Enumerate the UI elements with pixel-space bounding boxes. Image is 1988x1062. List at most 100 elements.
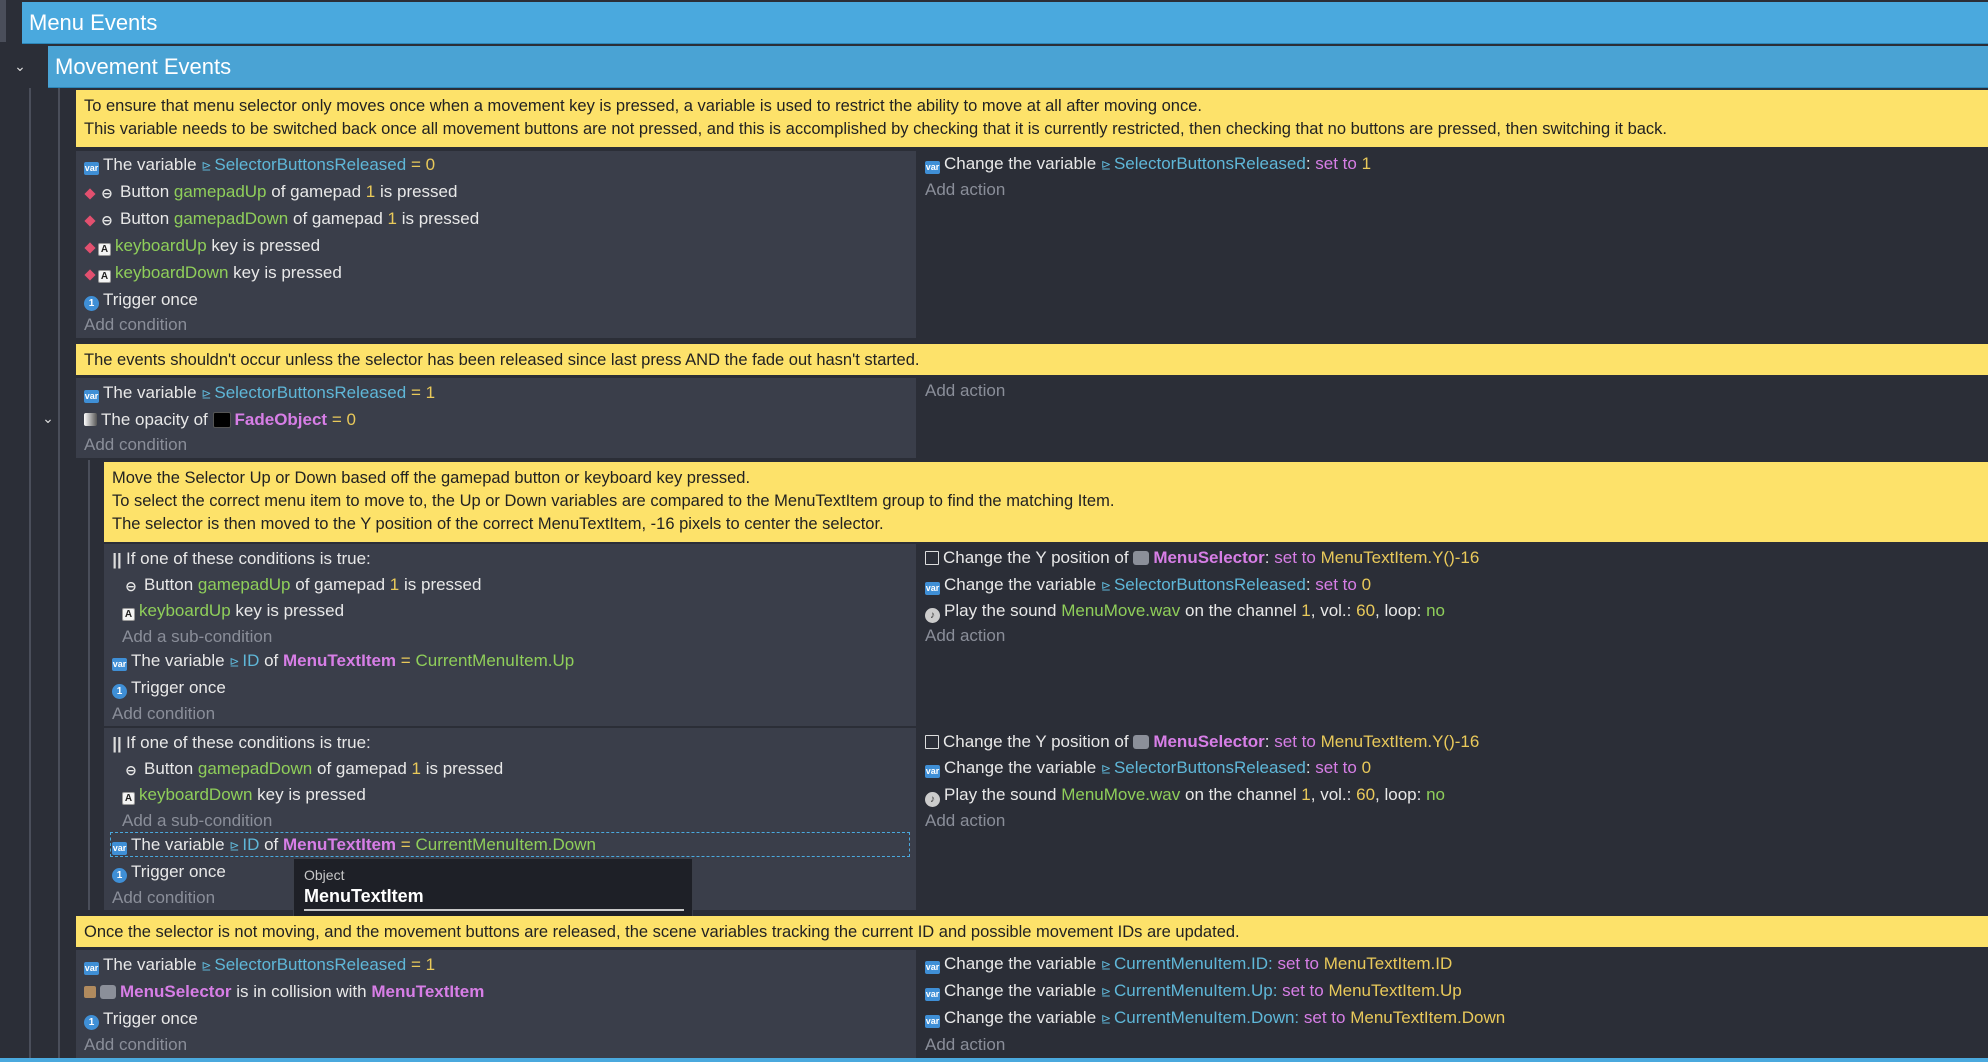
add-condition-button[interactable]: Add condition [84,312,187,338]
label: Trigger once [131,678,226,697]
label: The variable [103,955,197,974]
invert-icon: ⬥ [84,212,96,229]
action-row[interactable]: var Change the variable ⊵ SelectorButtonsR… [925,572,1371,598]
var-name: SelectorButtonsReleased [1113,154,1306,173]
gamepad-icon: ⊖ [101,185,113,201]
label: Button [120,209,170,228]
op: set to [1274,732,1316,751]
condition-row[interactable]: 1 Trigger once [84,287,198,313]
condition-row[interactable]: 1 Trigger once [112,675,226,701]
collapse-toggle-left[interactable] [0,0,6,42]
group-movement-events[interactable]: Movement Events [48,46,1988,88]
comment-block[interactable]: Move the Selector Up or Down based off t… [104,462,1988,542]
invert-icon: ⬥ [84,239,96,256]
object-var-icon: ⊵ [229,655,240,669]
action-row[interactable]: var Change the variable ⊵ SelectorButtonsR… [925,755,1371,781]
condition-row[interactable]: 1 Trigger once [112,859,226,885]
op: = [410,155,421,174]
add-action-button[interactable]: Add action [925,378,1005,404]
value: MenuTextItem.Y()-16 [1320,548,1480,567]
condition-row[interactable]: 1 Trigger once [84,1006,198,1032]
condition-row[interactable]: MenuSelector is in collision with MenuTe… [84,979,484,1005]
event-actions[interactable] [918,151,1988,338]
condition-row[interactable]: ⬥ AkeyboardUp key is pressed [84,233,320,259]
chevron-down-icon[interactable]: ⌄ [38,408,58,428]
action-row[interactable]: ♪ Play the sound MenuMove.wav on the chan… [925,598,1445,624]
variable-icon: var [84,390,99,403]
group-menu-events[interactable]: Menu Events [22,2,1988,44]
var-name: CurrentMenuItem.ID: [1113,954,1273,973]
add-condition-button[interactable]: Add condition [112,701,215,727]
op: = [400,651,411,670]
value: MenuMove.wav [1061,601,1181,620]
add-condition-button[interactable]: Add condition [84,1032,187,1058]
add-action-button[interactable]: Add action [925,1032,1005,1058]
label: of gamepad [292,209,383,228]
variable-icon: var [925,961,940,974]
object-name: MenuSelector [120,982,232,1001]
chevron-down-icon[interactable]: ⌄ [10,56,30,76]
label: of [264,651,279,670]
var-name: SelectorButtonsReleased [1113,758,1306,777]
comment-block[interactable]: Once the selector is not moving, and the… [76,916,1988,947]
add-condition-button[interactable]: Add condition [84,432,187,458]
gamepad-icon: ⊖ [101,212,113,228]
add-action-button[interactable]: Add action [925,623,1005,649]
action-row[interactable]: var Change the variable ⊵ CurrentMenuItem.… [925,978,1462,1004]
object-thumbnail [1133,735,1150,749]
scene-var-icon: ⊵ [1100,985,1111,999]
add-condition-button[interactable]: Add condition [112,885,215,911]
condition-row[interactable]: ⬥ AkeyboardDown key is pressed [84,260,342,286]
action-row[interactable]: Change the Y position of MenuSelector: s… [925,545,1479,571]
comment-line: The selector is then moved to the Y posi… [112,515,884,533]
action-row[interactable]: var Change the variable ⊵ CurrentMenuItem.… [925,1005,1505,1031]
value: 1 [1361,154,1372,173]
action-row[interactable]: var Change the variable ⊵ CurrentMenuItem.… [925,951,1452,977]
object-var-icon: ⊵ [229,839,240,853]
label: Trigger once [131,862,226,881]
condition-row[interactable]: var The variable ⊵ ID of MenuTextItem = Cu… [112,648,574,674]
value: 1 [425,955,436,974]
value: CurrentMenuItem.Up [415,651,575,670]
condition-row[interactable]: var The variable ⊵ SelectorButtonsReleased… [84,952,435,978]
condition-row[interactable]: ⬥ ⊖ Button gamepadDown of gamepad 1 is pre… [84,206,479,232]
scene-var-icon: ⊵ [1100,579,1111,593]
var-name: ID [242,835,260,854]
condition-row[interactable]: The opacity of FadeObject = 0 [84,407,356,433]
action-row[interactable]: ♪ Play the sound MenuMove.wav on the chan… [925,782,1445,808]
label: Button [144,759,194,778]
action-row[interactable]: Change the Y position of MenuSelector: s… [925,729,1479,755]
or-condition[interactable]: || If one of these conditions is true: [112,546,371,572]
add-sub-condition-button[interactable]: Add a sub-condition [122,624,272,650]
condition-row[interactable]: ⊖ Button gamepadUp of gamepad 1 is presse… [122,572,481,598]
param: gamepadUp [197,575,291,594]
condition-row-selected[interactable]: var The variable ⊵ ID of MenuTextItem = Cu… [112,832,596,858]
add-action-button[interactable]: Add action [925,177,1005,203]
trigger-once-icon: 1 [84,1015,99,1030]
add-sub-condition-button[interactable]: Add a sub-condition [122,808,272,834]
condition-row[interactable]: ⬥ ⊖ Button gamepadUp of gamepad 1 is press… [84,179,458,205]
value: MenuTextItem.Down [1350,1008,1506,1027]
condition-row[interactable]: AkeyboardUp key is pressed [122,598,344,624]
value: 1 [411,759,421,778]
label: , loop: [1375,601,1422,620]
condition-row[interactable]: var The variable ⊵ SelectorButtonsReleased… [84,152,435,178]
scene-var-icon: ⊵ [201,959,212,973]
label: Play the sound [944,785,1057,804]
variable-icon: var [112,658,127,671]
add-action-button[interactable]: Add action [925,808,1005,834]
label: Trigger once [103,290,198,309]
condition-row[interactable]: ⊖ Button gamepadDown of gamepad 1 is pres… [122,756,503,782]
or-condition[interactable]: || If one of these conditions is true: [112,730,371,756]
condition-row[interactable]: AkeyboardDown key is pressed [122,782,366,808]
condition-row[interactable]: var The variable ⊵ SelectorButtonsReleased… [84,380,435,406]
value: 1 [365,182,376,201]
label: of gamepad [316,759,407,778]
value: MenuTextItem.ID [1323,954,1453,973]
scene-var-icon: ⊵ [1100,762,1111,776]
tree-line [88,460,90,910]
action-row[interactable]: var Change the variable ⊵ SelectorButtonsR… [925,151,1371,177]
position-icon [925,551,939,565]
comment-block[interactable]: The events shouldn't occur unless the se… [76,344,1988,375]
comment-block[interactable]: To ensure that menu selector only moves … [76,90,1988,147]
